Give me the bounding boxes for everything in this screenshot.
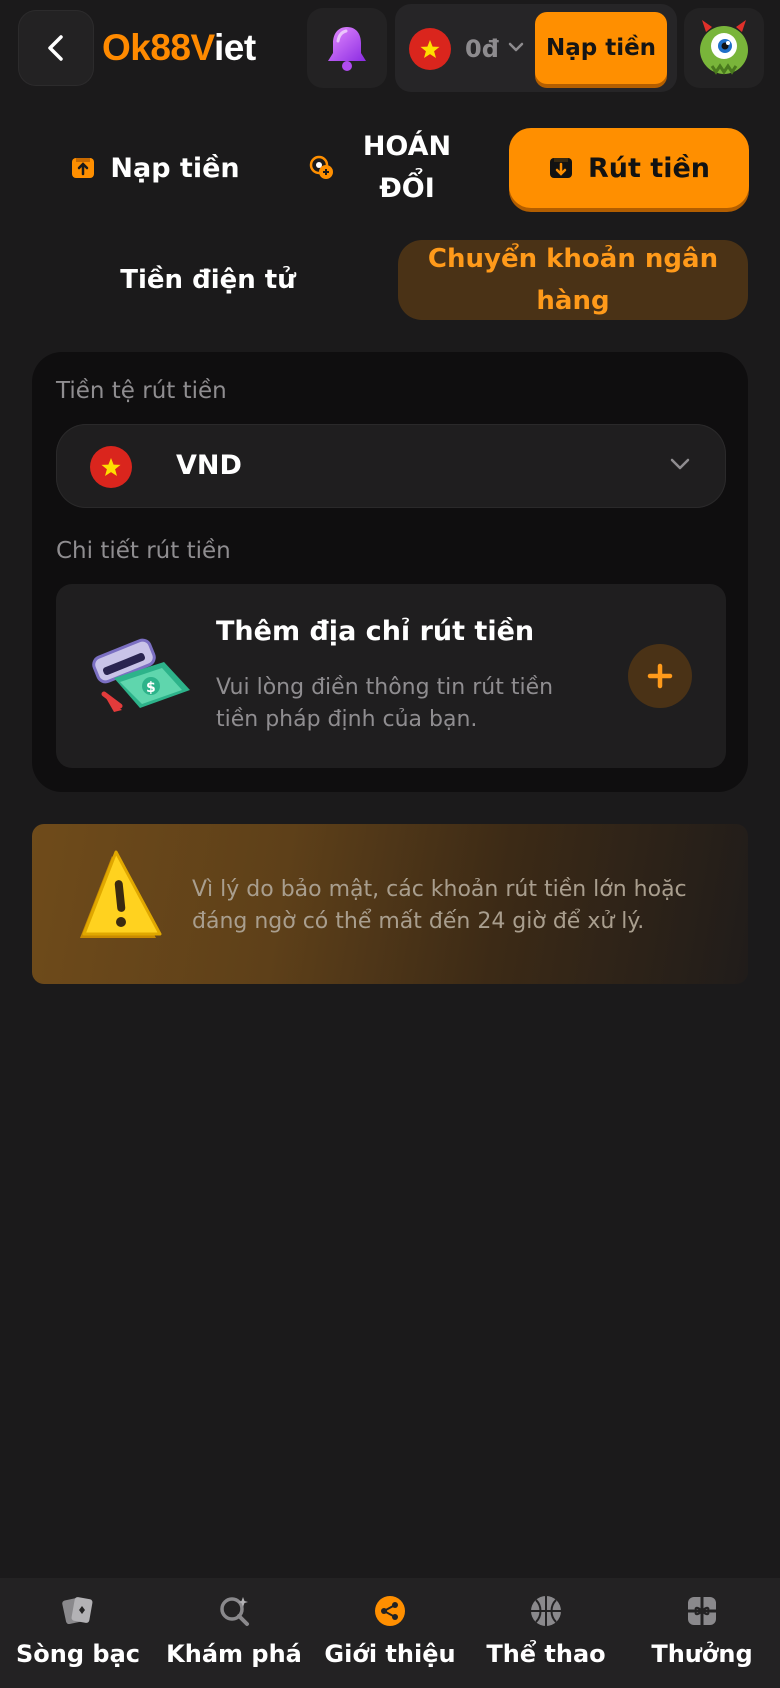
- nav-explore[interactable]: Khám phá: [156, 1578, 312, 1688]
- back-button[interactable]: [18, 10, 94, 86]
- subtab-bank-transfer[interactable]: Chuyển khoản ngân hàng: [398, 240, 748, 320]
- svg-text:$: $: [146, 680, 156, 696]
- chevron-down-icon: [670, 458, 690, 470]
- vietnam-flag-icon: [409, 28, 451, 70]
- withdraw-form-card: Tiền tệ rút tiền VND Chi tiết rút tiền $…: [32, 352, 748, 792]
- add-address-button[interactable]: [628, 644, 692, 708]
- exchange-icon: [309, 155, 333, 179]
- nav-rewards[interactable]: Thưởng: [624, 1578, 780, 1688]
- nav-referral[interactable]: Giới thiệu: [312, 1578, 468, 1688]
- wallet-panel: 0đ Nạp tiền: [395, 4, 677, 92]
- gift-icon: [683, 1592, 721, 1630]
- casino-cards-icon: [59, 1592, 97, 1630]
- currency-value: VND: [176, 450, 242, 481]
- tab-exchange-label: HOÁN ĐỔI: [362, 131, 452, 204]
- warning-text: Vì lý do bảo mật, các khoản rút tiền lớn…: [192, 877, 687, 934]
- nav-casino[interactable]: Sòng bạc: [0, 1578, 156, 1688]
- atm-cash-icon: $: [92, 638, 190, 712]
- basketball-icon: [527, 1592, 565, 1630]
- subtab-crypto[interactable]: Tiền điện tử: [88, 240, 328, 320]
- deposit-icon: [72, 158, 95, 178]
- header-deposit-button[interactable]: Nạp tiền: [535, 12, 667, 84]
- tab-exchange[interactable]: HOÁN ĐỔI: [300, 128, 470, 208]
- withdraw-details-label: Chi tiết rút tiền: [56, 538, 231, 564]
- nav-casino-label: Sòng bạc: [16, 1640, 140, 1668]
- explore-search-icon: [215, 1592, 253, 1630]
- notifications-button[interactable]: [307, 8, 387, 88]
- currency-label: Tiền tệ rút tiền: [56, 378, 227, 404]
- top-bar: Ok88Viet 0đ Nạp tiền: [0, 0, 780, 96]
- vietnam-flag-icon: [90, 446, 132, 488]
- monster-avatar-icon: [700, 20, 748, 75]
- security-warning-banner: Vì lý do bảo mật, các khoản rút tiền lớn…: [32, 824, 748, 984]
- nav-sports[interactable]: Thể thao: [468, 1578, 624, 1688]
- nav-explore-label: Khám phá: [166, 1640, 302, 1668]
- add-address-description: Vui lòng điền thông tin rút tiền tiền ph…: [216, 675, 554, 732]
- nav-rewards-label: Thưởng: [651, 1640, 753, 1668]
- currency-select[interactable]: VND: [56, 424, 726, 508]
- bell-icon: [328, 27, 366, 71]
- brand-logo[interactable]: Ok88Viet: [102, 26, 256, 70]
- chevron-down-icon[interactable]: [507, 40, 525, 54]
- nav-referral-label: Giới thiệu: [324, 1640, 456, 1668]
- warning-icon: [80, 850, 162, 938]
- tab-withdraw-label: Rút tiền: [587, 152, 710, 184]
- withdraw-icon: [549, 158, 572, 178]
- avatar[interactable]: [684, 8, 764, 88]
- add-withdraw-address-panel[interactable]: $ Thêm địa chỉ rút tiền Vui lòng điền th…: [56, 584, 726, 768]
- tab-withdraw[interactable]: Rút tiền: [509, 128, 749, 208]
- plus-icon: [647, 663, 673, 689]
- share-referral-icon: [371, 1592, 409, 1630]
- balance-amount[interactable]: 0đ: [465, 34, 499, 64]
- tab-deposit-label: Nạp tiền: [110, 152, 240, 184]
- bottom-nav: Sòng bạc Khám phá Giới thiệu Thể thao Th…: [0, 1578, 780, 1688]
- add-address-title: Thêm địa chỉ rút tiền: [216, 616, 535, 647]
- nav-sports-label: Thể thao: [486, 1640, 606, 1668]
- tab-deposit[interactable]: Nạp tiền: [60, 128, 250, 208]
- chevron-left-icon: [48, 35, 63, 61]
